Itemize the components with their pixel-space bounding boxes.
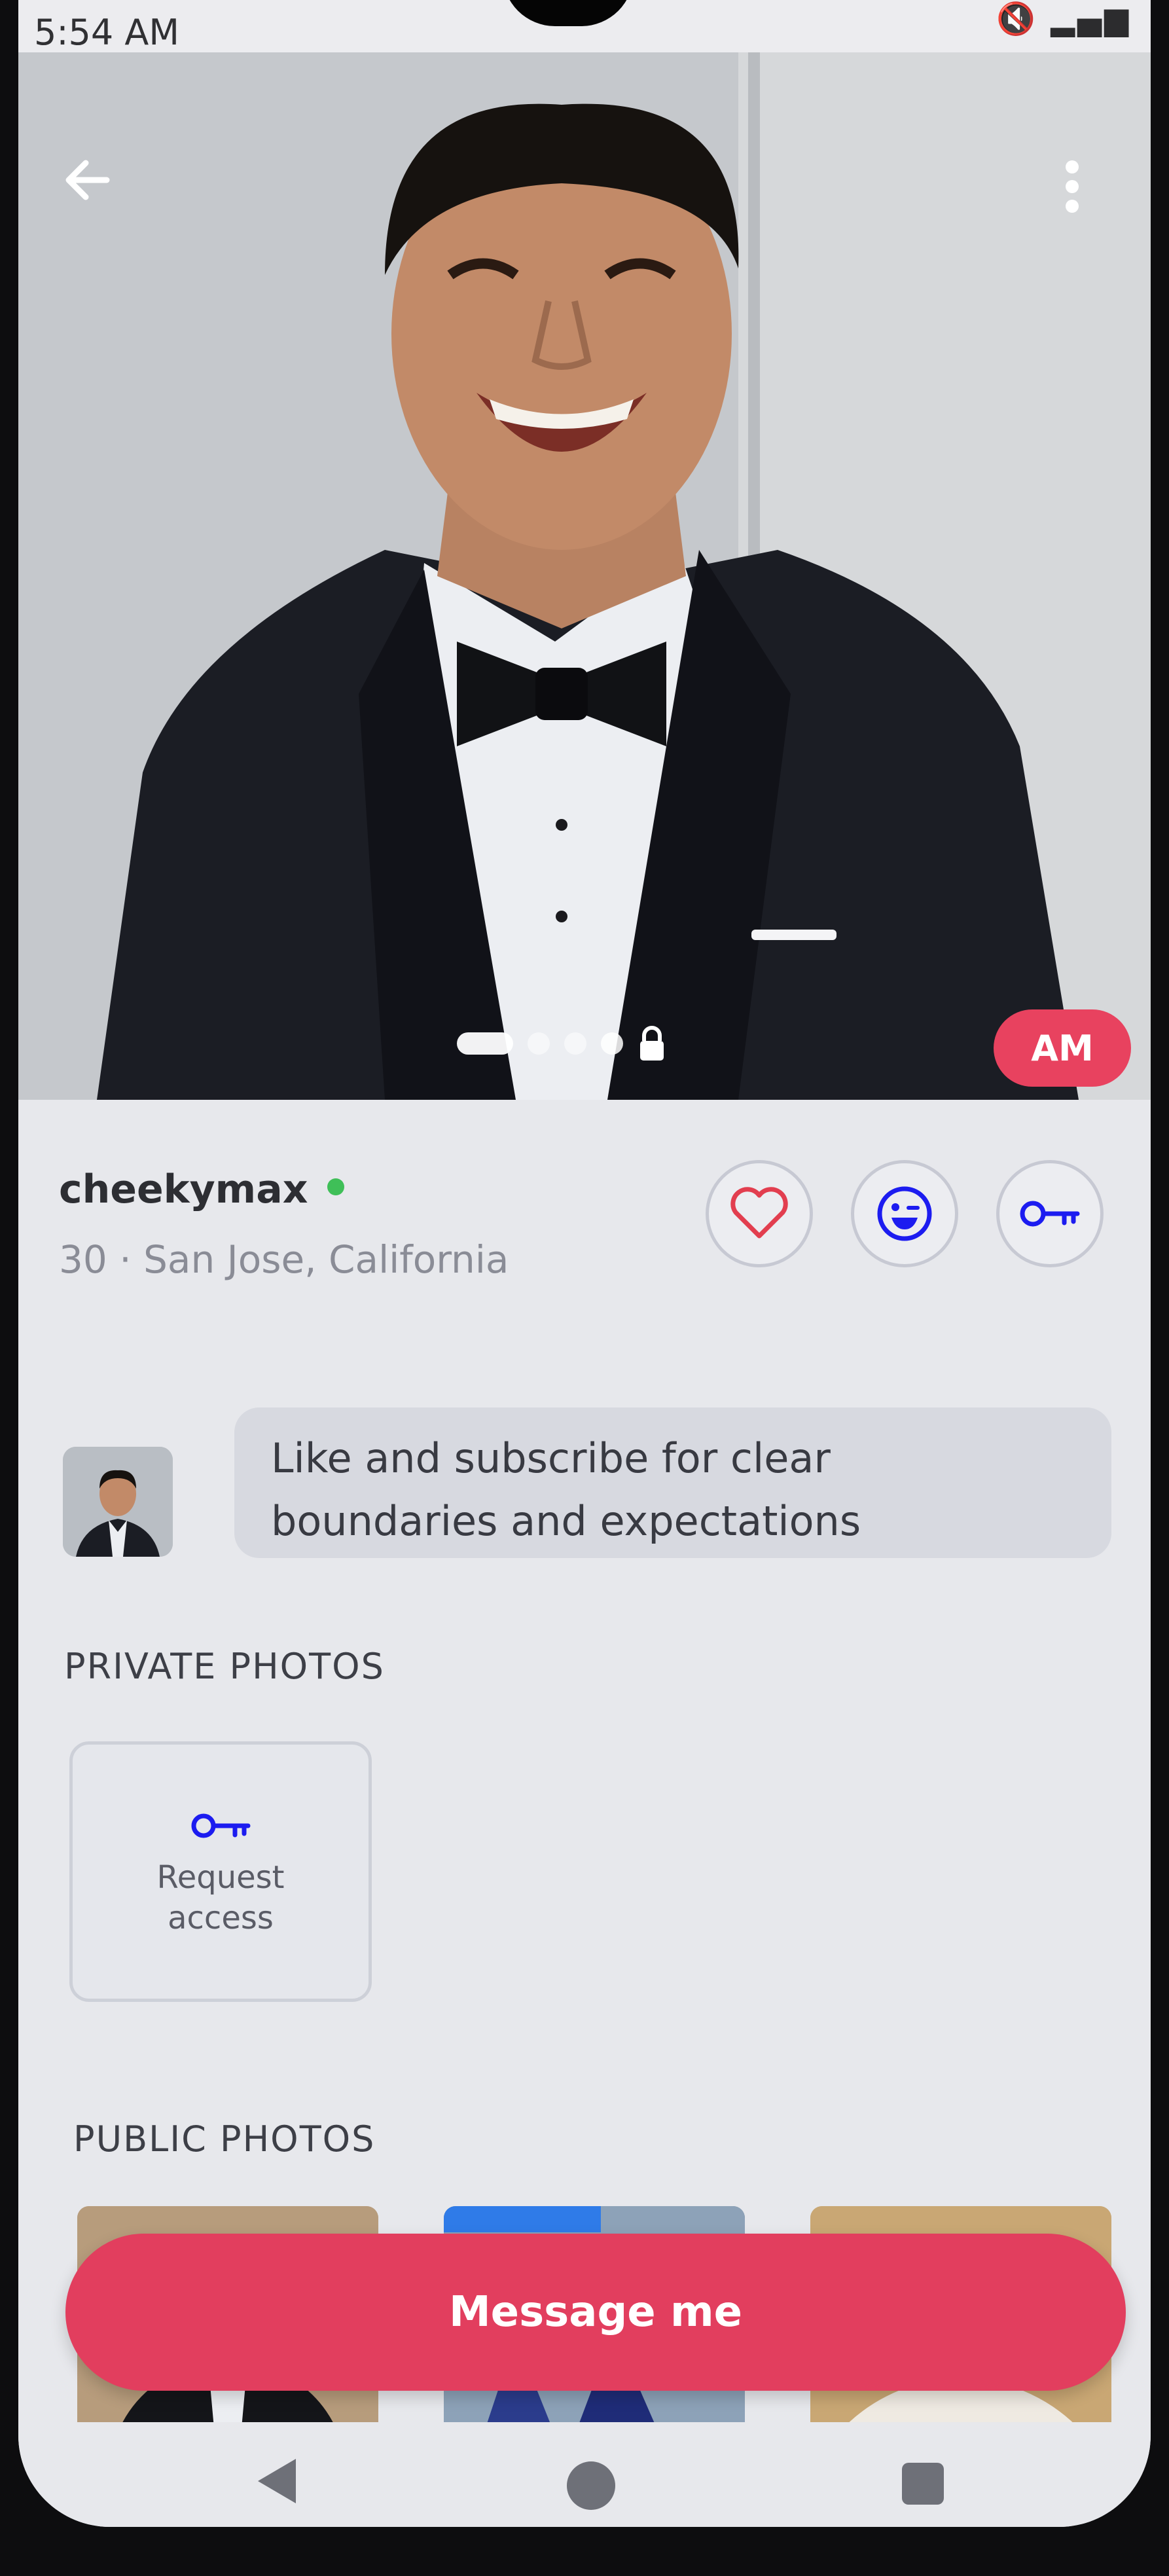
profile-photo — [18, 52, 1151, 1100]
photo-dot-active[interactable] — [457, 1032, 513, 1055]
online-status-dot — [327, 1178, 344, 1195]
avatar[interactable] — [63, 1447, 173, 1557]
phone-screen: 5:54 AM 🔇 ▂▄▆ AM cheekymax 30 · San Jose… — [18, 0, 1151, 2527]
more-vertical-icon — [1066, 160, 1079, 213]
private-photos-heading: PRIVATE PHOTOS — [64, 1646, 385, 1687]
bio-line-2: boundaries and expectations — [271, 1497, 861, 1545]
signal-icon: ▂▄▆ — [1051, 1, 1131, 37]
lock-icon — [640, 1026, 664, 1061]
request-access-line-2: access — [168, 1900, 274, 1936]
public-photos-heading: PUBLIC PHOTOS — [73, 2118, 376, 2160]
heart-icon — [730, 1187, 788, 1239]
wink-icon — [877, 1186, 932, 1241]
status-time: 5:54 AM — [34, 12, 179, 53]
system-navigation-bar — [18, 2422, 1151, 2527]
mute-icon: 🔇 — [996, 1, 1038, 37]
age-location: 30 · San Jose, California — [59, 1237, 509, 1282]
photo-dot[interactable] — [528, 1032, 550, 1055]
arrow-left-icon — [65, 160, 110, 200]
profile-header: cheekymax 30 · San Jose, California — [18, 1113, 1151, 1309]
avatar-photo — [63, 1447, 173, 1557]
profile-photo-carousel[interactable]: AM — [18, 52, 1151, 1100]
photo-dot[interactable] — [564, 1032, 586, 1055]
key-icon — [191, 1813, 251, 1838]
bio-bubble: Like and subscribe for clear boundaries … — [234, 1407, 1111, 1558]
initials-badge[interactable]: AM — [994, 1009, 1131, 1087]
request-access-card[interactable]: Request access — [69, 1741, 372, 2002]
camera-notch — [503, 0, 634, 26]
back-button[interactable] — [51, 144, 123, 216]
nav-recents-button[interactable] — [902, 2463, 944, 2505]
nav-back-icon[interactable] — [254, 2455, 300, 2507]
request-access-label: Request access — [73, 1857, 369, 1938]
nav-home-button[interactable] — [567, 2461, 615, 2510]
bio-line-1: Like and subscribe for clear — [271, 1434, 831, 1482]
request-key-button[interactable] — [996, 1160, 1104, 1267]
more-options-button[interactable] — [1052, 151, 1092, 223]
username: cheekymax — [59, 1167, 308, 1212]
favorite-button[interactable] — [706, 1160, 813, 1267]
photo-indicator — [457, 1025, 666, 1062]
photo-dot[interactable] — [601, 1032, 623, 1055]
wink-button[interactable] — [851, 1160, 958, 1267]
status-icons: 🔇 ▂▄▆ — [996, 0, 1131, 37]
message-me-button[interactable]: Message me — [65, 2234, 1126, 2391]
bio-section: Like and subscribe for clear boundaries … — [18, 1407, 1151, 1578]
key-icon — [1020, 1201, 1080, 1227]
request-access-line-1: Request — [156, 1859, 285, 1896]
